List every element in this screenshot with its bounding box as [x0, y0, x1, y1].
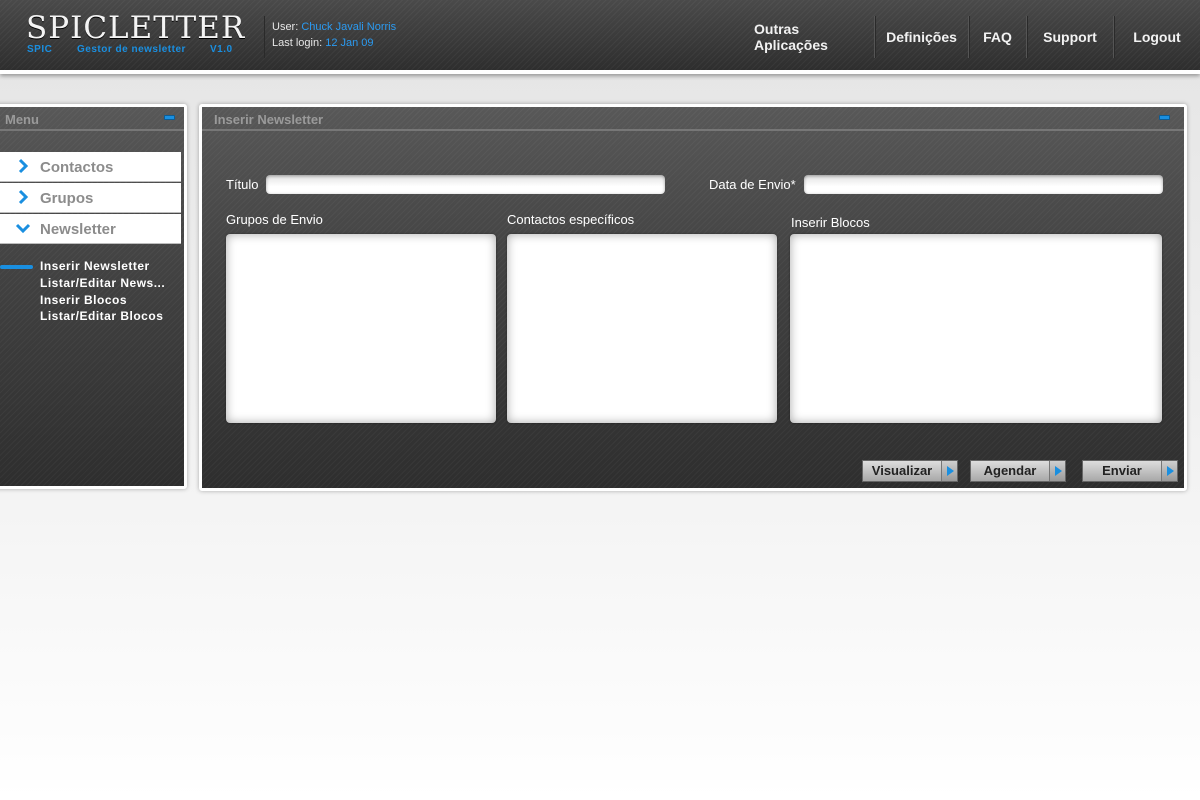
nav-definicoes[interactable]: Definições: [874, 16, 968, 58]
user-info: User: Chuck Javali Norris: [272, 21, 396, 33]
logo-sub-mid: Gestor de newsletter: [77, 44, 186, 55]
sidebar-item-newsletter[interactable]: Newsletter: [0, 214, 181, 244]
agendar-button-label: Agendar: [983, 463, 1037, 478]
contactos-especificos-label: Contactos específicos: [507, 212, 635, 227]
arrow-right-icon: [1049, 461, 1065, 481]
nav-faq[interactable]: FAQ: [968, 16, 1026, 58]
data-envio-input[interactable]: [804, 175, 1163, 194]
subitem-inserir-newsletter[interactable]: Inserir Newsletter: [40, 259, 150, 273]
inserir-blocos-list[interactable]: [790, 234, 1162, 423]
user-label: User:: [272, 21, 299, 33]
main-panel-title: Inserir Newsletter: [202, 107, 1184, 131]
titulo-label: Título: [226, 177, 259, 192]
active-subitem-marker: [0, 265, 33, 269]
app-logo[interactable]: SPICLETTER: [26, 10, 245, 46]
inserir-blocos-label: Inserir Blocos: [791, 215, 870, 230]
chevron-right-icon: [18, 158, 29, 174]
sidebar-collapse-icon[interactable]: [164, 115, 175, 120]
chevron-right-icon: [18, 189, 29, 205]
sidebar-title: Menu: [0, 107, 184, 131]
sidebar-item-label: Newsletter: [40, 221, 116, 238]
last-login-label: Last login:: [272, 37, 323, 49]
enviar-button-label: Enviar: [1102, 463, 1142, 478]
agendar-button[interactable]: Agendar: [970, 460, 1066, 482]
grupos-envio-label: Grupos de Envio: [226, 212, 323, 227]
logo-sub-left: SPIC: [27, 44, 53, 55]
sidebar-item-contactos[interactable]: Contactos: [0, 152, 181, 182]
chevron-down-icon: [15, 223, 31, 234]
sidebar-item-label: Contactos: [40, 159, 114, 176]
last-login-date: 12 Jan 09: [325, 37, 374, 49]
arrow-right-icon: [941, 461, 957, 481]
main-panel: Inserir Newsletter Título Data de Envio*…: [199, 104, 1187, 491]
contactos-especificos-list[interactable]: [507, 234, 777, 423]
header-divider: [264, 16, 265, 58]
subitem-listar-editar-newsletter[interactable]: Listar/Editar News...: [40, 276, 165, 290]
grupos-envio-list[interactable]: [226, 234, 496, 423]
sidebar-item-grupos[interactable]: Grupos: [0, 183, 181, 213]
subitem-inserir-blocos[interactable]: Inserir Blocos: [40, 293, 127, 307]
sidebar-panel: Menu Contactos Grupos Newsletter Inserir…: [0, 104, 187, 489]
data-envio-label: Data de Envio*: [709, 177, 796, 192]
top-nav: Outras Aplicações Definições FAQ Support…: [740, 16, 1200, 58]
enviar-button[interactable]: Enviar: [1082, 460, 1178, 482]
main-collapse-icon[interactable]: [1159, 115, 1170, 120]
nav-support[interactable]: Support: [1026, 16, 1113, 58]
titulo-input[interactable]: [266, 175, 665, 194]
visualizar-button[interactable]: Visualizar: [862, 460, 958, 482]
nav-logout[interactable]: Logout: [1113, 16, 1200, 58]
nav-outras-aplicacoes[interactable]: Outras Aplicações: [740, 16, 874, 58]
arrow-right-icon: [1161, 461, 1177, 481]
sidebar-item-label: Grupos: [40, 190, 94, 207]
app-header: SPICLETTER SPIC Gestor de newsletter V1.…: [0, 0, 1200, 74]
visualizar-button-label: Visualizar: [871, 463, 933, 478]
subitem-listar-editar-blocos[interactable]: Listar/Editar Blocos: [40, 309, 163, 323]
user-name-link[interactable]: Chuck Javali Norris: [301, 21, 396, 33]
last-login-info: Last login: 12 Jan 09: [272, 37, 374, 49]
logo-version: V1.0: [210, 44, 233, 55]
